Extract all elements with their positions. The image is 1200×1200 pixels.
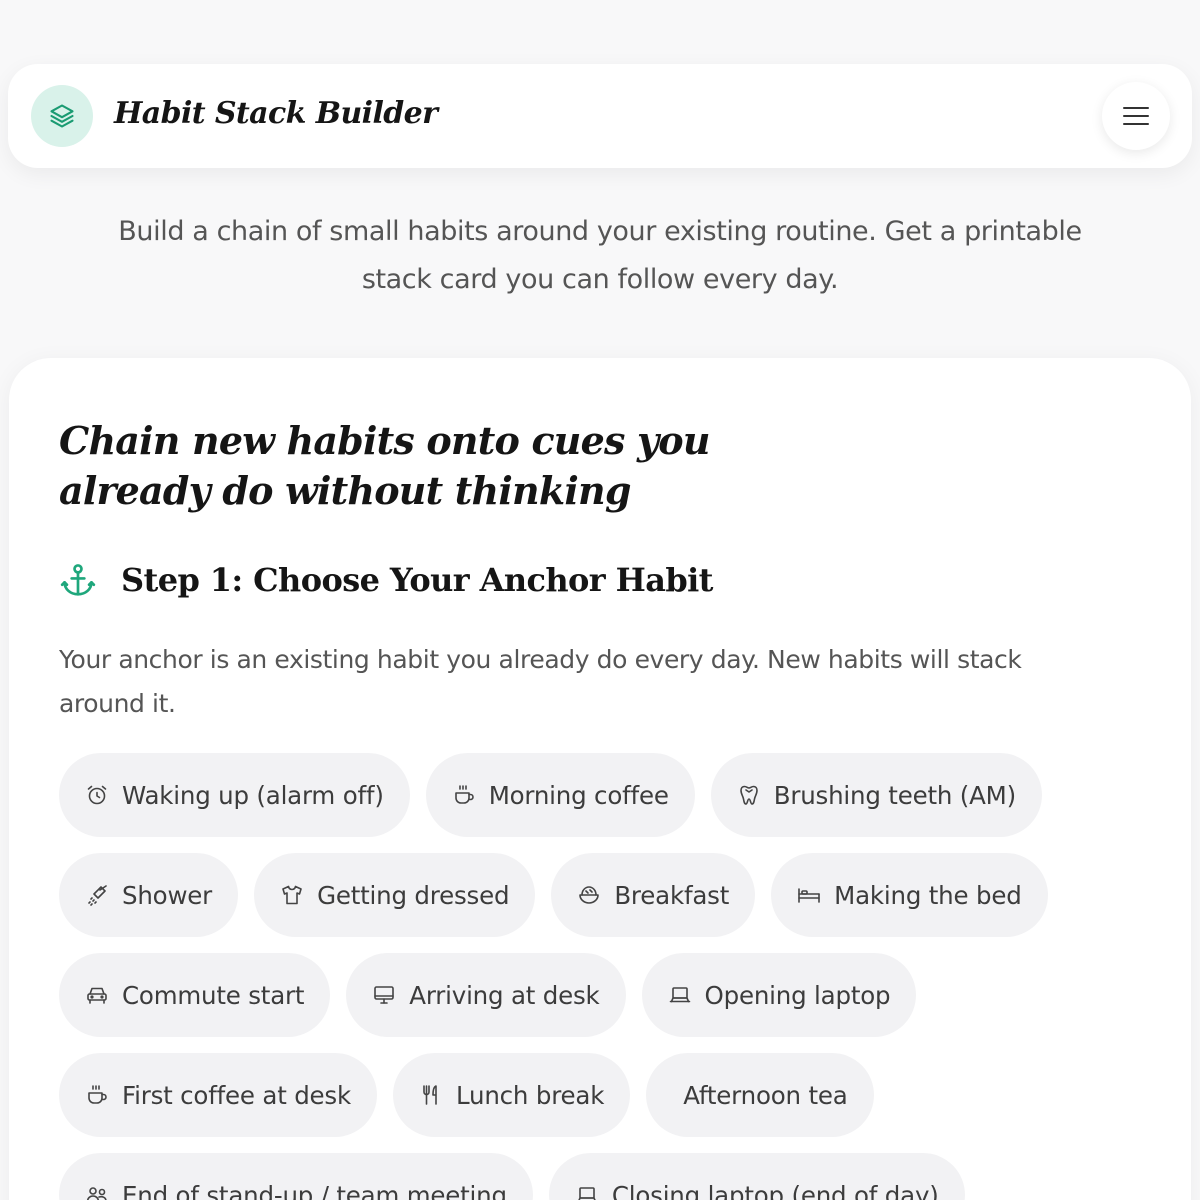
bed-icon: [798, 888, 820, 903]
anchor-chip-closing-laptop[interactable]: Closing laptop (end of day): [548, 1153, 965, 1200]
anchor-chip-making-bed[interactable]: Making the bed: [771, 853, 1048, 937]
laptop-icon: [578, 1187, 596, 1200]
chip-label: End of stand-up / team meeting: [122, 1180, 507, 1200]
app-title: Habit Stack Builder: [114, 96, 438, 131]
anchor-chip-morning-coffee[interactable]: Morning coffee: [425, 753, 695, 837]
step-title: Step 1: Choose Your Anchor Habit: [121, 561, 713, 599]
chip-row: First coffee at desk Lunch break Afterno…: [59, 1053, 1048, 1137]
utensils-icon: [423, 1085, 437, 1105]
chip-label: Getting dressed: [317, 880, 510, 910]
tagline: Build a chain of small habits around you…: [118, 216, 1082, 295]
chip-row: End of stand-up / team meeting Closing l…: [59, 1153, 1048, 1200]
app-header: Habit Stack Builder: [8, 64, 1192, 168]
chip-label: Waking up (alarm off): [122, 780, 384, 810]
car-icon: [87, 987, 107, 1004]
coffee-cup-icon: [88, 1085, 107, 1104]
chip-label: First coffee at desk: [122, 1080, 351, 1110]
hamburger-menu-icon: [1123, 107, 1149, 125]
chip-label: Closing laptop (end of day): [611, 1180, 939, 1200]
chip-label: Lunch break: [455, 1080, 605, 1110]
step-header: Step 1: Choose Your Anchor Habit: [59, 556, 713, 604]
anchor-chip-first-coffee-desk[interactable]: First coffee at desk: [59, 1053, 377, 1137]
layers-icon: [50, 104, 74, 128]
anchor-habit-options: Waking up (alarm off) Morning coffee Bru…: [59, 753, 1048, 1200]
coffee-cup-icon: [454, 785, 474, 804]
monitor-icon: [374, 986, 395, 1004]
anchor-chip-breakfast[interactable]: Breakfast: [551, 853, 756, 937]
builder-card: Chain new habits onto cues you already d…: [9, 358, 1191, 1200]
chip-label: Opening laptop: [704, 980, 891, 1010]
chip-label: Making the bed: [834, 880, 1022, 910]
anchor-chip-brushing-teeth[interactable]: Brushing teeth (AM): [710, 753, 1042, 837]
chip-label: Shower: [122, 880, 213, 910]
card-headline: Chain new habits onto cues you already d…: [59, 418, 710, 513]
laptop-icon: [669, 987, 690, 1003]
bowl-icon: [579, 886, 600, 904]
menu-button[interactable]: [1102, 82, 1170, 150]
users-icon: [86, 1187, 107, 1200]
alarm-clock-icon: [87, 785, 107, 805]
anchor-chip-lunch-break[interactable]: Lunch break: [392, 1053, 631, 1137]
anchor-chip-getting-dressed[interactable]: Getting dressed: [254, 853, 536, 937]
chip-row: Shower Getting dressed Breakfast Making …: [59, 853, 1048, 937]
anchor-chip-afternoon-tea[interactable]: Afternoon tea: [646, 1053, 874, 1137]
chip-row: Waking up (alarm off) Morning coffee Bru…: [59, 753, 1048, 837]
anchor-chip-end-standup[interactable]: End of stand-up / team meeting: [59, 1153, 533, 1200]
step-description: Your anchor is an existing habit you alr…: [59, 645, 1022, 718]
app-logo[interactable]: [31, 85, 93, 147]
chip-label: Morning coffee: [488, 780, 669, 810]
shower-icon: [88, 885, 107, 906]
chip-label: Arriving at desk: [409, 980, 600, 1010]
tooth-icon: [739, 785, 758, 805]
chip-label: Commute start: [122, 980, 305, 1010]
anchor-chip-commute-start[interactable]: Commute start: [59, 953, 331, 1037]
chip-label: Afternoon tea: [683, 1080, 848, 1110]
anchor-chip-opening-laptop[interactable]: Opening laptop: [641, 953, 917, 1037]
chip-label: Breakfast: [614, 880, 730, 910]
anchor-chip-waking-up[interactable]: Waking up (alarm off): [59, 753, 410, 837]
chip-label: Brushing teeth (AM): [773, 780, 1016, 810]
shirt-icon: [282, 885, 302, 905]
anchor-chip-arriving-desk[interactable]: Arriving at desk: [346, 953, 626, 1037]
chip-row: Commute start Arriving at desk Opening l…: [59, 953, 1048, 1037]
anchor-chip-shower[interactable]: Shower: [59, 853, 239, 937]
anchor-icon: [60, 564, 96, 596]
